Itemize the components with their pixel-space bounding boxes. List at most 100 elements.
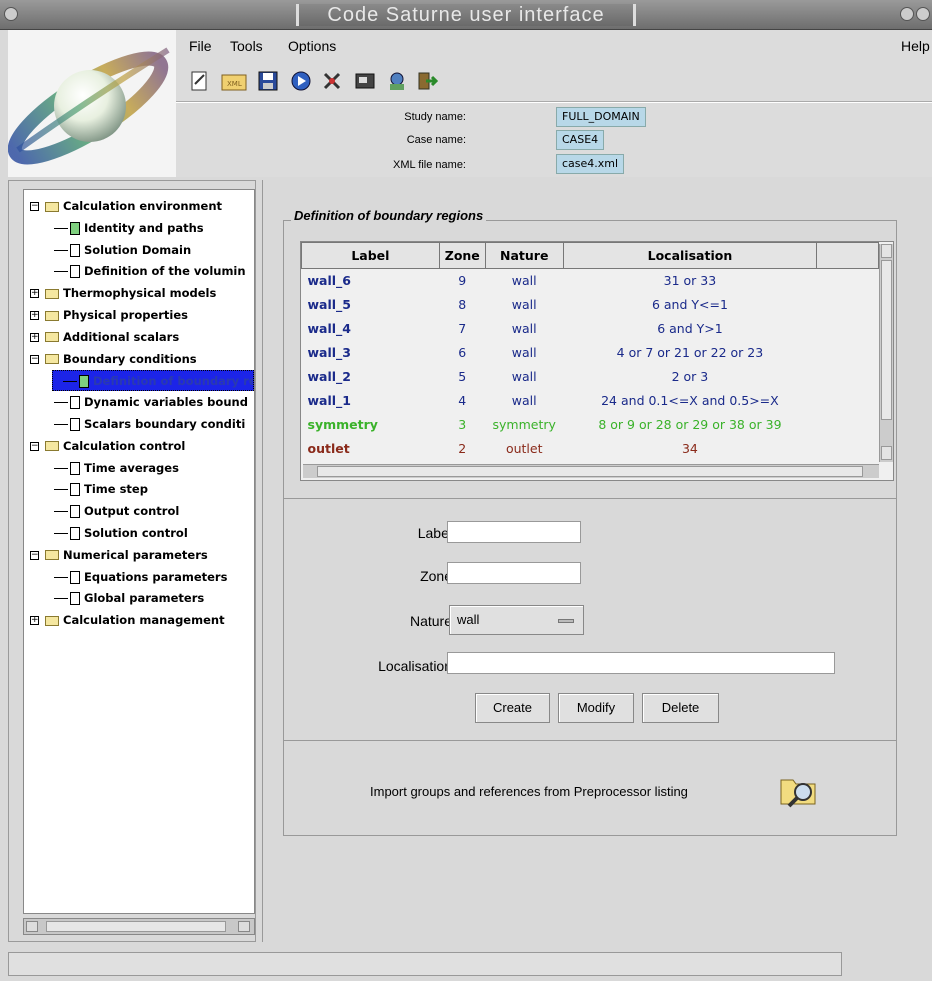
cell-empty [817,437,879,461]
tree-item[interactable]: Output control [44,501,254,522]
maximize-icon[interactable] [916,7,930,21]
zone-input[interactable] [447,562,581,584]
tree-item[interactable]: + Calculation management [30,610,254,631]
collapse-icon[interactable]: − [30,354,39,364]
scroll-up-icon[interactable] [881,244,892,258]
document-icon [70,505,80,519]
expand-icon[interactable]: + [30,332,39,342]
table-row[interactable]: wall_6 9 wall 31 or 33 [302,269,879,293]
menu-file[interactable]: File [189,38,212,54]
table-row[interactable]: wall_3 6 wall 4 or 7 or 21 or 22 or 23 [302,341,879,365]
expand-icon[interactable]: + [30,289,39,299]
cell-empty [817,365,879,389]
tree-item[interactable]: − Calculation environment [30,196,254,217]
window-menu-icon[interactable] [4,7,18,21]
modify-button[interactable]: Modify [558,693,634,723]
save-icon[interactable] [257,70,283,96]
table-row[interactable]: symmetry 3 symmetry 8 or 9 or 28 or 29 or 3… [302,413,879,437]
delete-button[interactable]: Delete [642,693,719,723]
expand-icon[interactable]: + [30,616,39,626]
tree-item[interactable]: Solution control [44,523,254,544]
cell-label: wall_1 [307,393,352,408]
column-header-nature[interactable]: Nature [484,242,564,269]
run-icon[interactable] [290,70,316,96]
table-hscroll-thumb[interactable] [317,466,863,477]
table-row[interactable]: wall_4 7 wall 6 and Y>1 [302,317,879,341]
boundary-regions-group: Label Zone Nature Localisation wall_6 9 wa… [283,220,897,836]
tree-connector [54,227,68,229]
folder-icon [45,332,59,343]
tree-item[interactable]: Definition of the volumin [44,261,254,282]
menu-help[interactable]: Help [901,38,930,54]
tree-item[interactable]: − Numerical parameters [30,545,254,566]
tree-connector [54,271,68,273]
tree-item[interactable]: + Physical properties [30,305,254,326]
table-scroll-thumb[interactable] [881,260,892,420]
cell-zone: 6 [458,345,467,360]
column-header-localisation[interactable]: Localisation [562,242,818,269]
open-xml-icon[interactable]: XML [221,70,247,96]
collapse-icon[interactable]: − [30,441,39,451]
tree-item[interactable]: Identity and paths [44,218,254,239]
table-row[interactable]: outlet 2 outlet 34 [302,437,879,461]
minimize-icon[interactable] [900,7,914,21]
column-header-label[interactable]: Label [301,242,440,269]
menu-options[interactable]: Options [288,38,336,54]
case-name-value: CASE4 [556,130,605,150]
expand-icon[interactable]: + [30,311,39,320]
tree-item[interactable]: Definition of boundary re [52,370,254,392]
tree-item[interactable]: Scalars boundary conditi [44,414,254,435]
cell-nature: wall [511,273,537,289]
collapse-icon[interactable]: − [30,202,39,211]
display-icon[interactable] [354,70,380,96]
tree-item-label: Calculation management [63,613,225,628]
collapse-icon[interactable]: − [30,550,39,560]
table-row[interactable]: wall_2 5 wall 2 or 3 [302,365,879,389]
section-divider [284,498,896,499]
column-header-zone[interactable]: Zone [438,242,486,269]
document-icon [70,461,80,475]
import-text: Import groups and references from Prepro… [370,784,688,799]
boundary-regions-table-container: Label Zone Nature Localisation wall_6 9 wa… [300,241,894,481]
table-horizontal-scrollbar[interactable] [303,464,879,478]
cell-localisation: 6 and Y<=1 [651,297,728,312]
scroll-left-icon[interactable] [26,921,38,932]
tree-item[interactable]: + Additional scalars [30,327,254,348]
tree-item[interactable]: Solution Domain [44,240,254,261]
nature-select[interactable]: wall [449,605,584,635]
tools-icon[interactable] [321,70,347,96]
tree-item[interactable]: Global parameters [44,588,254,609]
study-name-label: Study name: [404,111,466,123]
localisation-input[interactable] [447,652,835,674]
new-file-icon[interactable] [189,70,215,96]
create-button[interactable]: Create [475,693,550,723]
tree-item[interactable]: + Thermophysical models [30,283,254,304]
label-input[interactable] [447,521,581,543]
menu-tools[interactable]: Tools [230,38,263,54]
table-row[interactable]: wall_1 4 wall 24 and 0.1<=X and 0.5>=X [302,389,879,413]
exit-icon[interactable] [416,70,442,96]
tree-item-label: Equations parameters [84,569,228,584]
table-row[interactable]: wall_5 8 wall 6 and Y<=1 [302,293,879,317]
tree-item[interactable]: Equations parameters [44,567,254,588]
tree-item[interactable]: − Calculation control [30,436,254,457]
tree-item-label: Calculation environment [63,199,223,213]
document-icon [70,527,80,540]
tree-horizontal-scrollbar[interactable] [23,918,255,935]
folder-icon [45,615,59,626]
scroll-down-icon[interactable] [881,446,892,460]
title-bar[interactable]: Code Saturne user interface [0,0,932,30]
cell-zone: 7 [458,321,467,336]
tree-item[interactable]: − Boundary conditions [30,349,254,370]
cell-nature: outlet [505,441,543,456]
boundary-regions-table: Label Zone Nature Localisation wall_6 9 wa… [301,242,879,461]
scroll-thumb[interactable] [46,921,226,932]
table-vertical-scrollbar[interactable] [879,244,893,462]
tree-item[interactable]: Dynamic variables bound [44,392,254,413]
cell-empty [817,317,879,341]
scroll-right-icon[interactable] [238,921,250,932]
identity-icon[interactable] [386,70,412,96]
import-folder-search-icon[interactable] [777,770,821,810]
tree-item[interactable]: Time step [44,479,254,500]
tree-item[interactable]: Time averages [44,458,254,479]
